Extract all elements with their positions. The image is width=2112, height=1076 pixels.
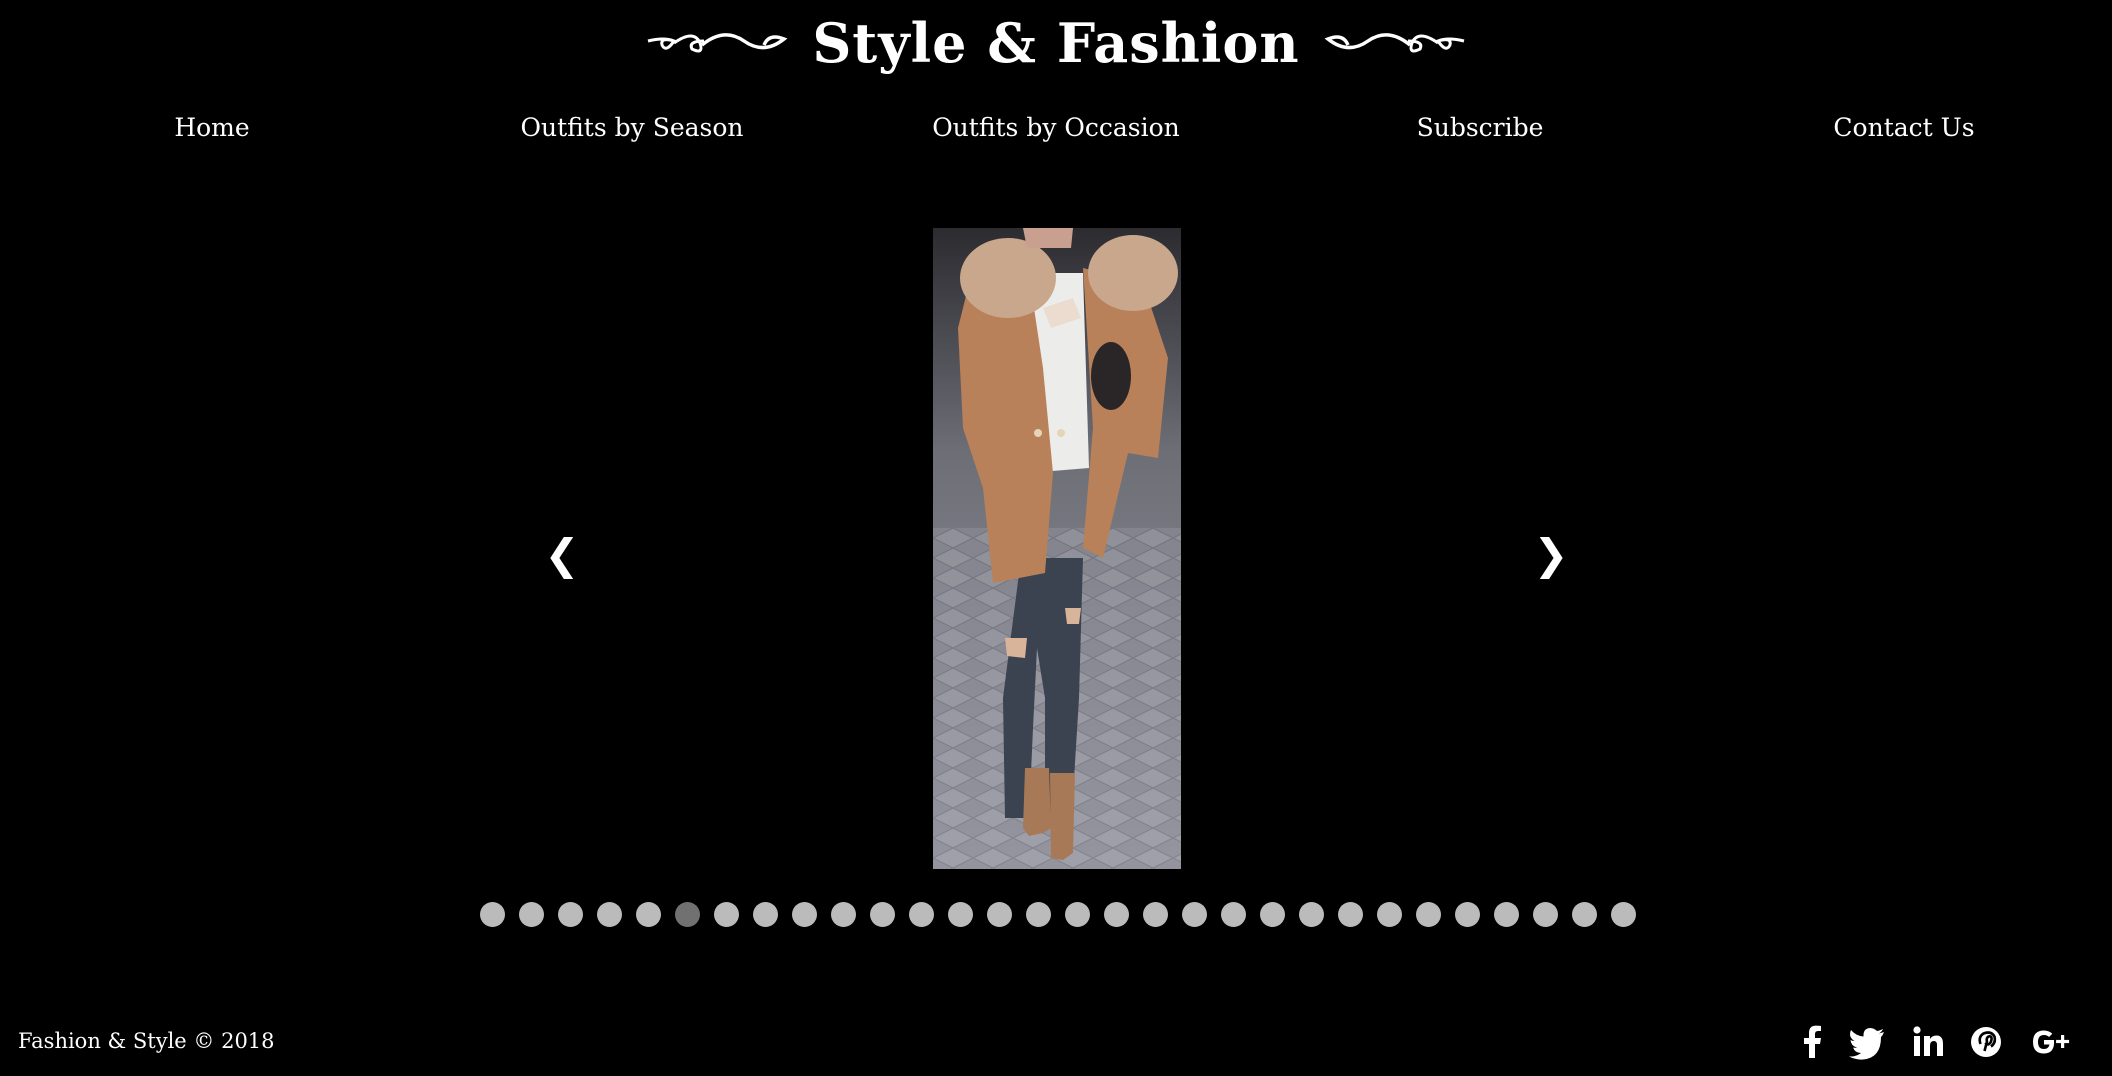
slide-dot-2[interactable] <box>519 902 544 927</box>
nav-item-outfits-by-season[interactable]: Outfits by Season <box>420 100 844 156</box>
outfit-photo <box>933 228 1181 869</box>
slide-dot-11[interactable] <box>870 902 895 927</box>
twitter-icon[interactable] <box>1848 1024 1888 1060</box>
title-wrap: Style & Fashion <box>0 8 2112 78</box>
slide-dot-8[interactable] <box>753 902 778 927</box>
slide-dot-3[interactable] <box>558 902 583 927</box>
slide-dot-19[interactable] <box>1182 902 1207 927</box>
slide-dot-15[interactable] <box>1026 902 1051 927</box>
slide-dot-28[interactable] <box>1533 902 1558 927</box>
slide-dot-21[interactable] <box>1260 902 1285 927</box>
slide-dot-29[interactable] <box>1572 902 1597 927</box>
slide-dot-22[interactable] <box>1299 902 1324 927</box>
nav-item-outfits-by-occasion[interactable]: Outfits by Occasion <box>844 100 1268 156</box>
slide-dot-20[interactable] <box>1221 902 1246 927</box>
slide-dot-13[interactable] <box>948 902 973 927</box>
slideshow-image <box>933 228 1181 869</box>
next-slide-button[interactable]: ❯ <box>1526 525 1576 585</box>
site-title[interactable]: Style & Fashion <box>812 8 1299 78</box>
nav-item-contact-us[interactable]: Contact Us <box>1692 100 2112 156</box>
slide-dot-16[interactable] <box>1065 902 1090 927</box>
slide-dot-14[interactable] <box>987 902 1012 927</box>
linkedin-icon[interactable] <box>1908 1024 1948 1060</box>
slide-dot-17[interactable] <box>1104 902 1129 927</box>
slide-dot-10[interactable] <box>831 902 856 927</box>
slide-dot-7[interactable] <box>714 902 739 927</box>
facebook-icon[interactable] <box>1793 1024 1833 1060</box>
slide-dot-30[interactable] <box>1611 902 1636 927</box>
slide-dot-5[interactable] <box>636 902 661 927</box>
slide-dot-26[interactable] <box>1455 902 1480 927</box>
slide-dot-12[interactable] <box>909 902 934 927</box>
left-flourish-icon <box>647 33 788 53</box>
slide-dot-1[interactable] <box>480 902 505 927</box>
right-flourish-icon <box>1324 33 1465 53</box>
slide-dot-18[interactable] <box>1143 902 1168 927</box>
pinterest-icon[interactable] <box>1966 1024 2006 1060</box>
slide-dot-27[interactable] <box>1494 902 1519 927</box>
slide-dot-9[interactable] <box>792 902 817 927</box>
slide-dot-23[interactable] <box>1338 902 1363 927</box>
nav-item-home[interactable]: Home <box>0 100 424 156</box>
main-nav: Home Outfits by Season Outfits by Occasi… <box>0 100 2112 156</box>
prev-slide-button[interactable]: ❮ <box>537 525 587 585</box>
nav-item-subscribe[interactable]: Subscribe <box>1268 100 1692 156</box>
site-header: Style & Fashion <box>0 0 2112 90</box>
copyright-text: Fashion & Style © 2018 <box>18 1029 275 1053</box>
slide-dot-6[interactable] <box>675 902 700 927</box>
slide-dot-24[interactable] <box>1377 902 1402 927</box>
google-plus-icon[interactable] <box>2030 1024 2070 1060</box>
slide-dot-4[interactable] <box>597 902 622 927</box>
slide-dot-25[interactable] <box>1416 902 1441 927</box>
